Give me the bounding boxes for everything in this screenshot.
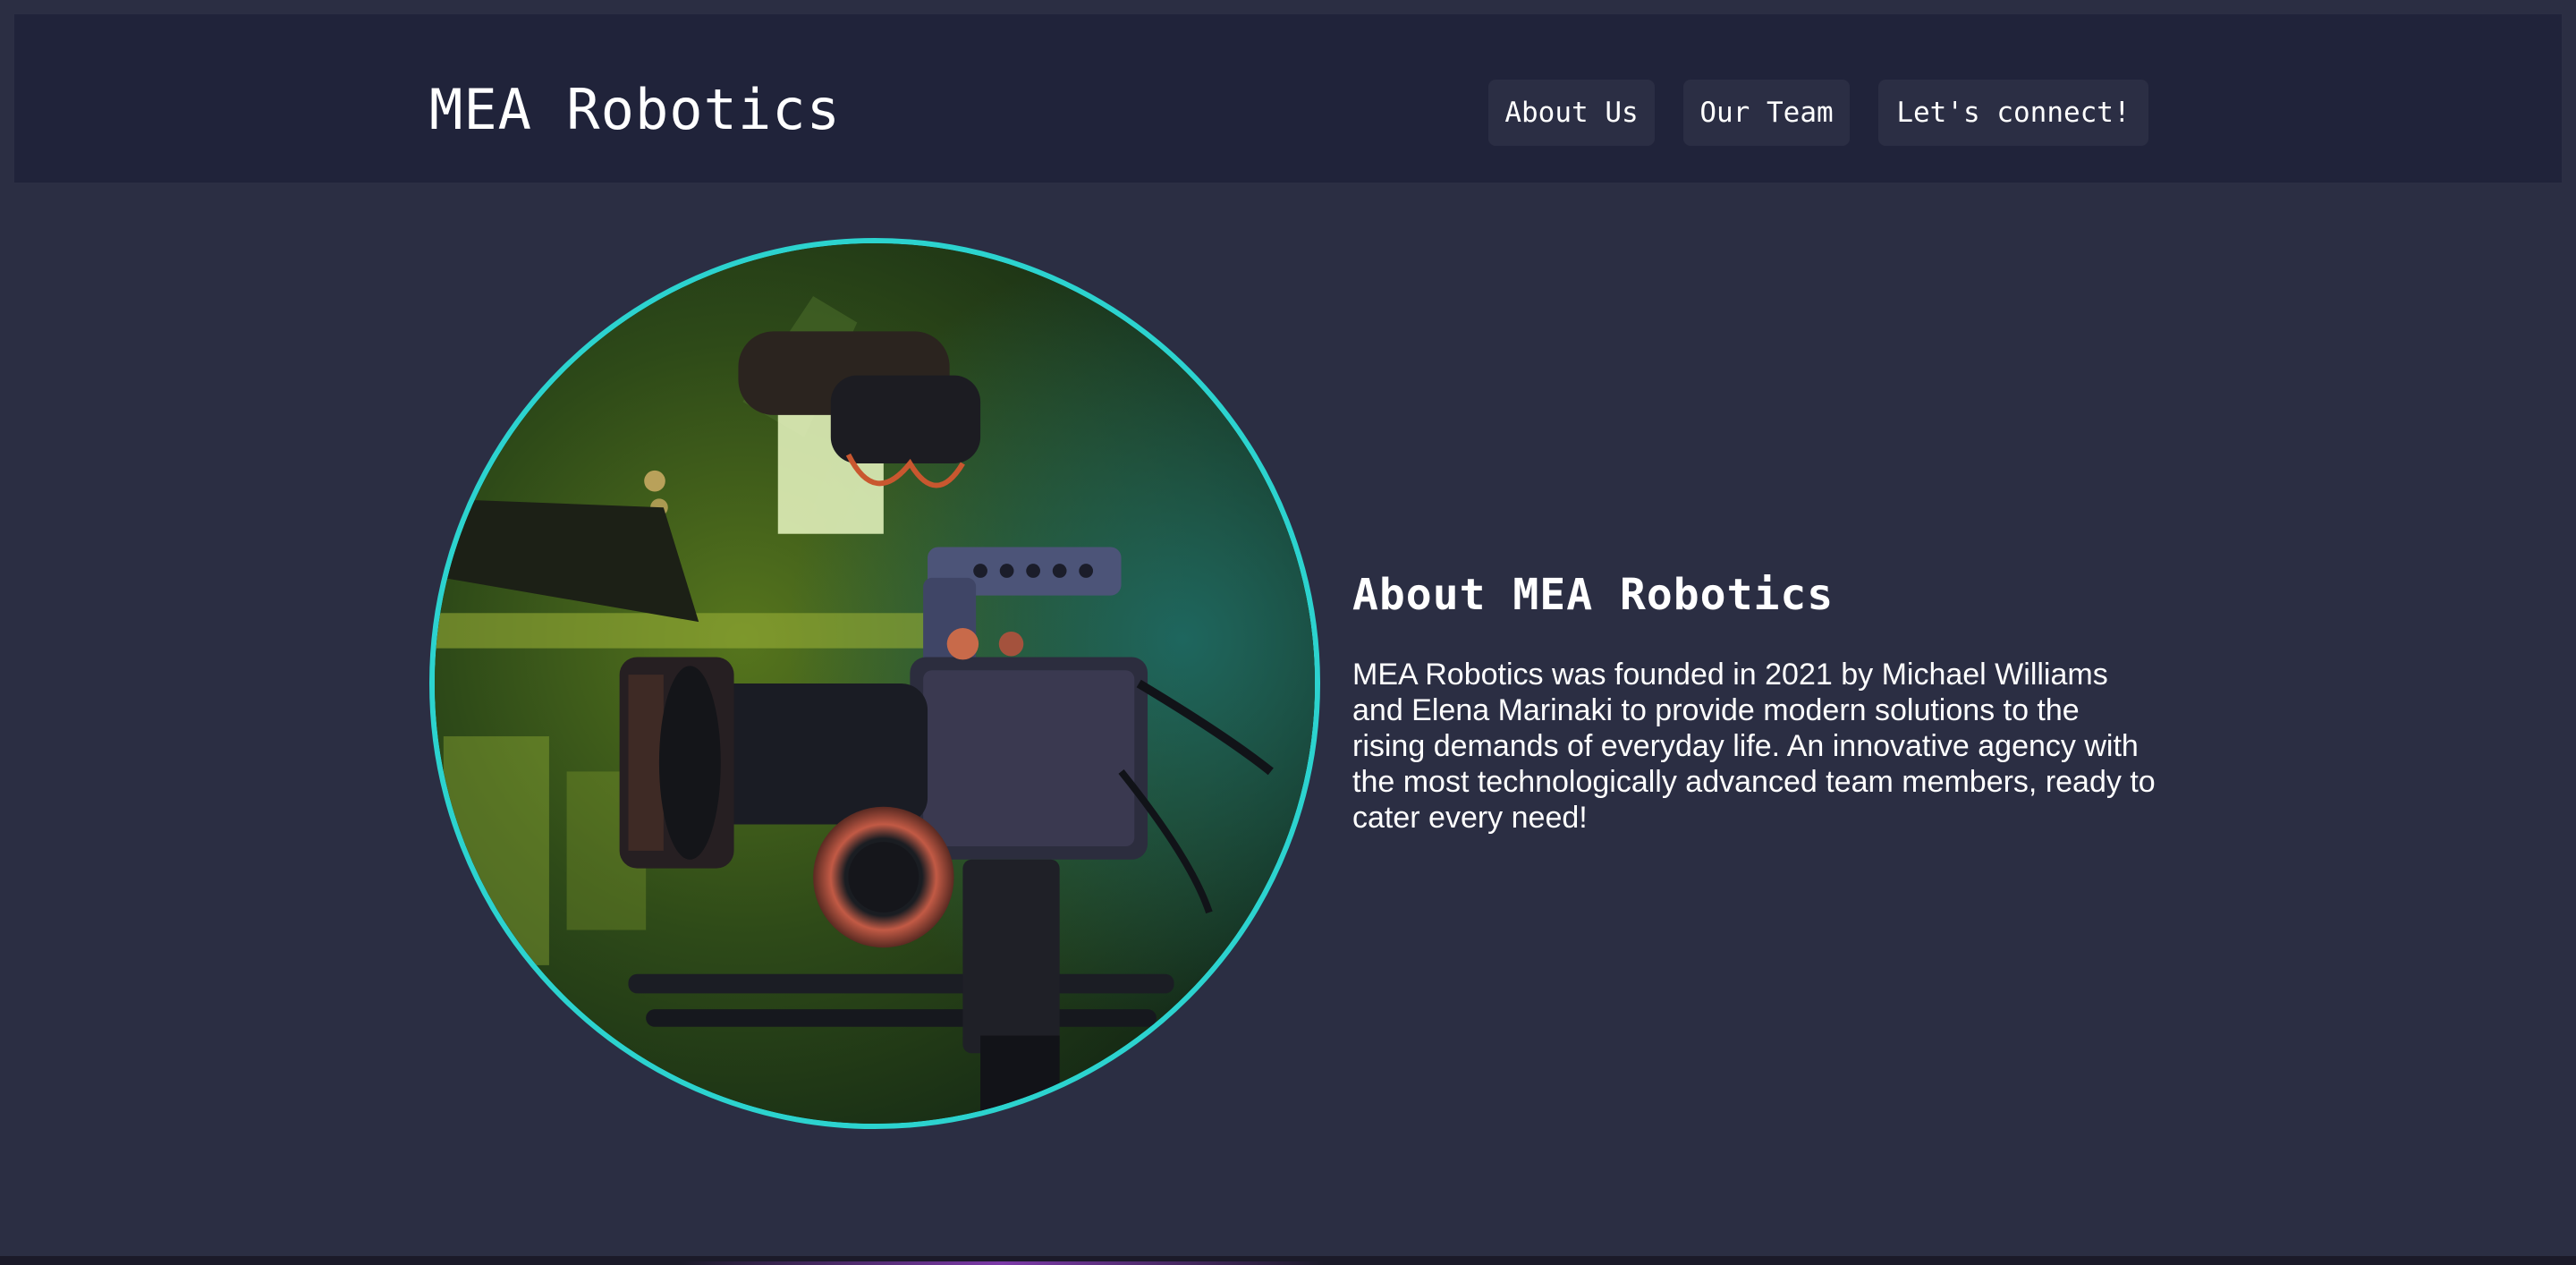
nav-about-us-button[interactable]: About Us [1488, 80, 1655, 146]
page-bottom-glow [680, 1261, 1324, 1265]
site-header: MEA Robotics About Us Our Team Let's con… [14, 14, 2562, 183]
nav-our-team-button[interactable]: Our Team [1683, 80, 1850, 146]
camera-illustration [435, 243, 1315, 1124]
about-description: MEA Robotics was founded in 2021 by Mich… [1352, 658, 2156, 835]
site-brand: MEA Robotics [429, 77, 841, 142]
nav-connect-button[interactable]: Let's connect! [1878, 80, 2148, 146]
hero-camera-photo [429, 238, 1320, 1129]
about-heading: About MEA Robotics [1352, 570, 1835, 620]
